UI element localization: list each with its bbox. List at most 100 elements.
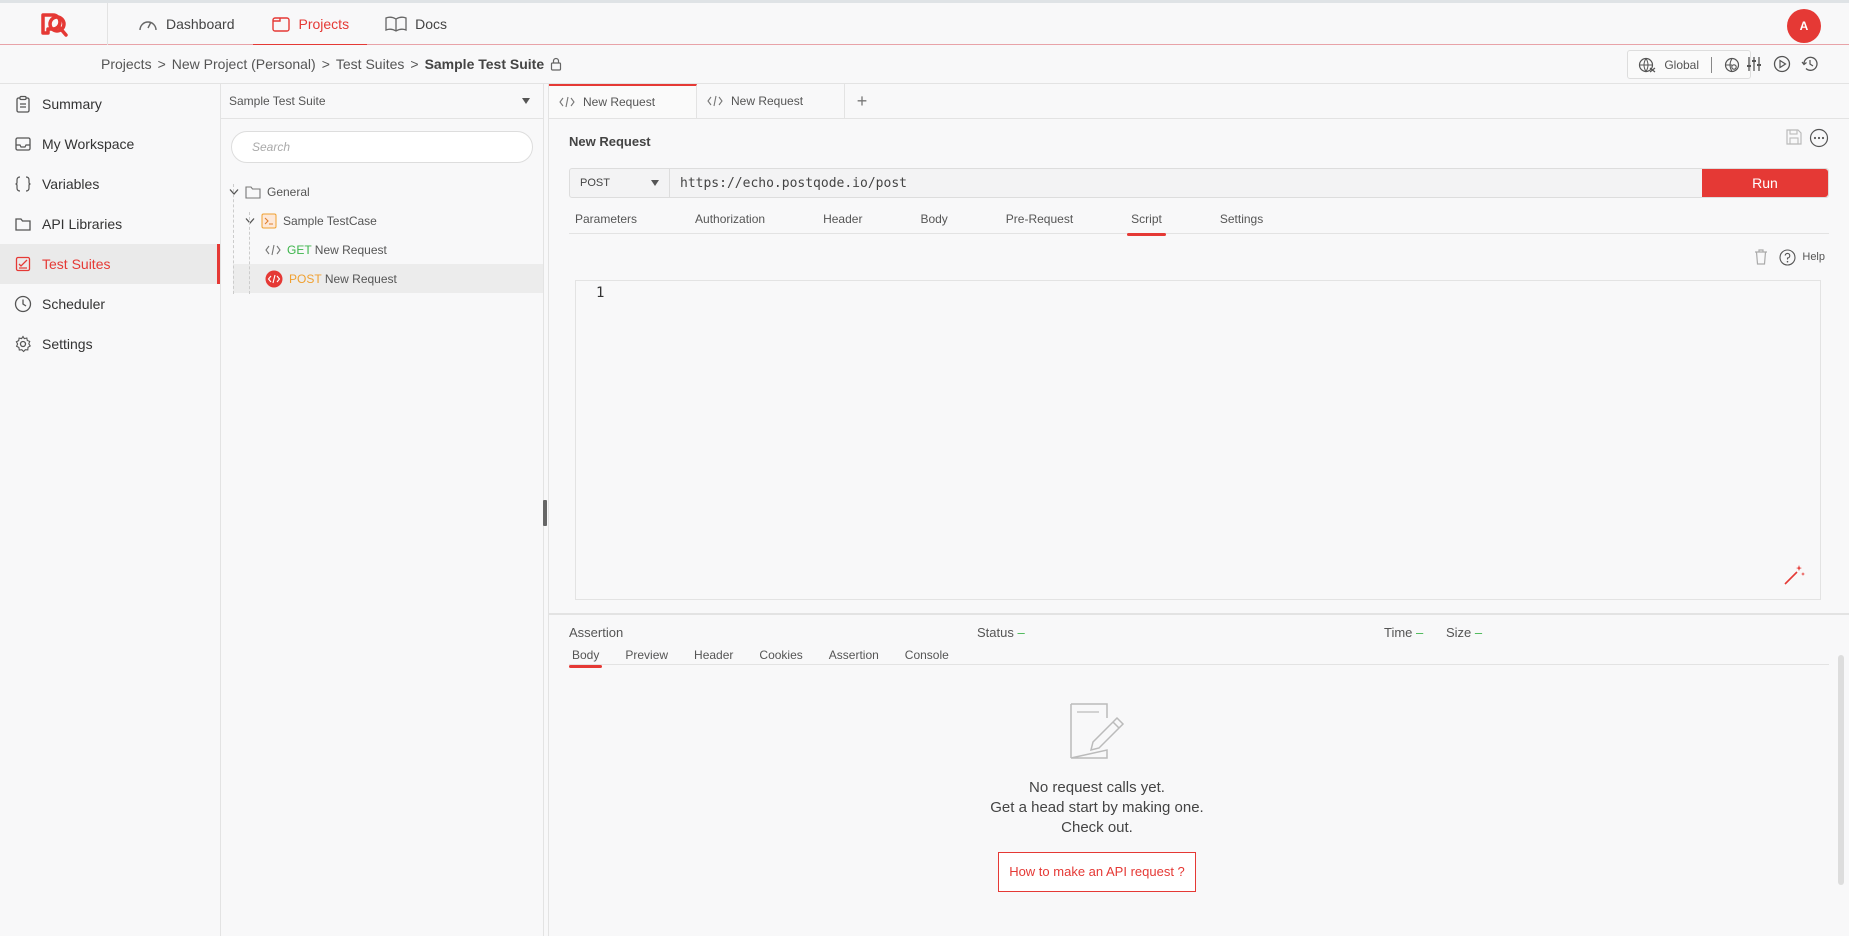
trash-icon[interactable] xyxy=(1753,248,1769,266)
note-edit-icon xyxy=(1070,703,1125,759)
response-tabs: Body Preview Header Cookies Assertion Co… xyxy=(569,648,1829,668)
breadcrumb-project[interactable]: New Project (Personal) xyxy=(172,56,316,72)
more-options-icon[interactable] xyxy=(1809,128,1829,148)
play-circle-icon[interactable] xyxy=(1773,55,1791,73)
request-tab-label: New Request xyxy=(583,95,656,109)
help-icon xyxy=(1779,248,1796,266)
how-to-api-request-link[interactable]: How to make an API request ? xyxy=(998,852,1196,892)
request-tab[interactable]: New Request xyxy=(697,84,845,118)
tab-response-cookies[interactable]: Cookies xyxy=(756,648,805,664)
tree-folder-label: General xyxy=(267,184,310,199)
method-select-value: POST xyxy=(580,177,610,189)
method-select[interactable]: POST xyxy=(570,169,670,197)
tree-search-input[interactable]: Search xyxy=(231,131,533,163)
globe-settings-icon[interactable] xyxy=(1724,57,1740,73)
lock-icon[interactable] xyxy=(550,57,562,71)
help-label: Help xyxy=(1802,251,1825,263)
panel-resize-handle[interactable] xyxy=(543,500,547,526)
nav-docs-label: Docs xyxy=(415,15,447,32)
run-button[interactable]: Run xyxy=(1702,169,1828,197)
nav-docs[interactable]: Docs xyxy=(367,3,465,45)
status-readout: Status – xyxy=(977,625,1025,640)
response-header: Assertion Status – Time – Size – xyxy=(569,625,1829,640)
tree-request-get[interactable]: GET New Request xyxy=(221,235,543,264)
tree-testcase[interactable]: Sample TestCase xyxy=(221,206,543,235)
tab-authorization[interactable]: Authorization xyxy=(689,212,771,233)
request-tab[interactable]: New Request xyxy=(549,84,697,118)
magic-wand-icon[interactable] xyxy=(1782,563,1806,587)
gauge-icon xyxy=(139,20,157,30)
editor-toolbar: Help xyxy=(1753,248,1825,266)
environment-label: Global xyxy=(1664,57,1699,72)
code-icon xyxy=(559,96,575,108)
tab-body[interactable]: Body xyxy=(914,212,953,233)
sidebar-item-scheduler[interactable]: Scheduler xyxy=(0,284,220,324)
tab-response-console[interactable]: Console xyxy=(902,648,952,664)
globe-off-icon xyxy=(1639,57,1656,72)
assertion-label: Assertion xyxy=(569,625,624,640)
suite-selector-value: Sample Test Suite xyxy=(229,94,326,108)
sliders-icon[interactable] xyxy=(1745,55,1763,73)
breadcrumb-current: Sample Test Suite xyxy=(424,56,545,72)
response-scrollbar[interactable] xyxy=(1838,655,1844,885)
environment-selector[interactable]: Global xyxy=(1627,50,1751,79)
sidebar-item-api-libraries[interactable]: API Libraries xyxy=(0,204,220,244)
tab-script[interactable]: Script xyxy=(1125,212,1168,236)
top-bar: Dashboard Projects Docs A xyxy=(0,0,1849,46)
tab-header[interactable]: Header xyxy=(817,212,868,233)
tab-response-preview[interactable]: Preview xyxy=(622,648,671,664)
help-button[interactable]: Help xyxy=(1779,248,1825,266)
empty-state: No request calls yet. Get a head start b… xyxy=(549,700,1645,892)
sidebar-item-variables[interactable]: Variables xyxy=(0,164,220,204)
tab-response-header[interactable]: Header xyxy=(691,648,736,664)
tab-response-assertion[interactable]: Assertion xyxy=(826,648,882,664)
tree-guide-line xyxy=(249,212,250,294)
script-editor[interactable]: 1 xyxy=(575,280,1821,600)
empty-line-1: No request calls yet. xyxy=(1029,779,1165,796)
breadcrumb-separator: > xyxy=(321,56,330,72)
nav-dashboard[interactable]: Dashboard xyxy=(120,3,253,45)
folder-icon xyxy=(271,16,290,32)
suite-selector[interactable]: Sample Test Suite xyxy=(221,84,543,119)
inbox-icon xyxy=(15,137,31,151)
code-icon xyxy=(265,270,283,287)
breadcrumb-separator: > xyxy=(410,56,419,72)
breadcrumb-projects[interactable]: Projects xyxy=(101,56,152,72)
gear-icon xyxy=(15,335,31,353)
sidebar-item-label: Settings xyxy=(42,336,93,352)
sidebar-item-label: Variables xyxy=(42,176,100,192)
url-bar: POST https://echo.postqode.io/post Run xyxy=(569,168,1829,198)
avatar[interactable]: A xyxy=(1787,9,1821,43)
app-logo[interactable] xyxy=(0,2,108,45)
caret-down-icon xyxy=(522,98,530,104)
save-icon[interactable] xyxy=(1785,128,1803,146)
request-tabs: New Request New Request + xyxy=(549,84,1849,119)
breadcrumb: Projects > New Project (Personal) > Test… xyxy=(101,56,562,72)
tree-folder-general[interactable]: General xyxy=(221,177,543,206)
tab-response-body[interactable]: Body xyxy=(569,648,603,668)
sidebar-item-test-suites[interactable]: Test Suites xyxy=(0,244,220,284)
sidebar-item-my-workspace[interactable]: My Workspace xyxy=(0,124,220,164)
history-icon[interactable] xyxy=(1801,55,1819,73)
sidebar-item-settings[interactable]: Settings xyxy=(0,324,220,364)
tree-request-label: New Request xyxy=(314,242,387,257)
main-nav: Dashboard Projects Docs xyxy=(120,3,465,46)
env-divider xyxy=(1711,56,1712,73)
url-input[interactable]: https://echo.postqode.io/post xyxy=(670,169,1702,197)
sidebar-item-label: Summary xyxy=(42,96,102,112)
nav-projects[interactable]: Projects xyxy=(252,3,368,46)
tab-settings[interactable]: Settings xyxy=(1214,212,1269,233)
request-actions xyxy=(1785,128,1829,148)
tree-request-label: New Request xyxy=(324,271,397,286)
request-tab-label: New Request xyxy=(731,94,804,108)
nav-projects-label: Projects xyxy=(298,15,350,32)
nav-dashboard-label: Dashboard xyxy=(166,15,235,32)
tree-request-post[interactable]: POST New Request xyxy=(233,264,543,293)
sidebar-item-summary[interactable]: Summary xyxy=(0,84,220,124)
breadcrumb-test-suites[interactable]: Test Suites xyxy=(336,56,404,72)
sidebar: Summary My Workspace Variables API Libra… xyxy=(0,84,221,936)
tab-parameters[interactable]: Parameters xyxy=(569,212,643,233)
test-suite-tree: Sample Test Suite Search General Sample … xyxy=(221,84,544,936)
tab-pre-request[interactable]: Pre-Request xyxy=(1000,212,1079,233)
add-tab-button[interactable]: + xyxy=(845,84,879,118)
